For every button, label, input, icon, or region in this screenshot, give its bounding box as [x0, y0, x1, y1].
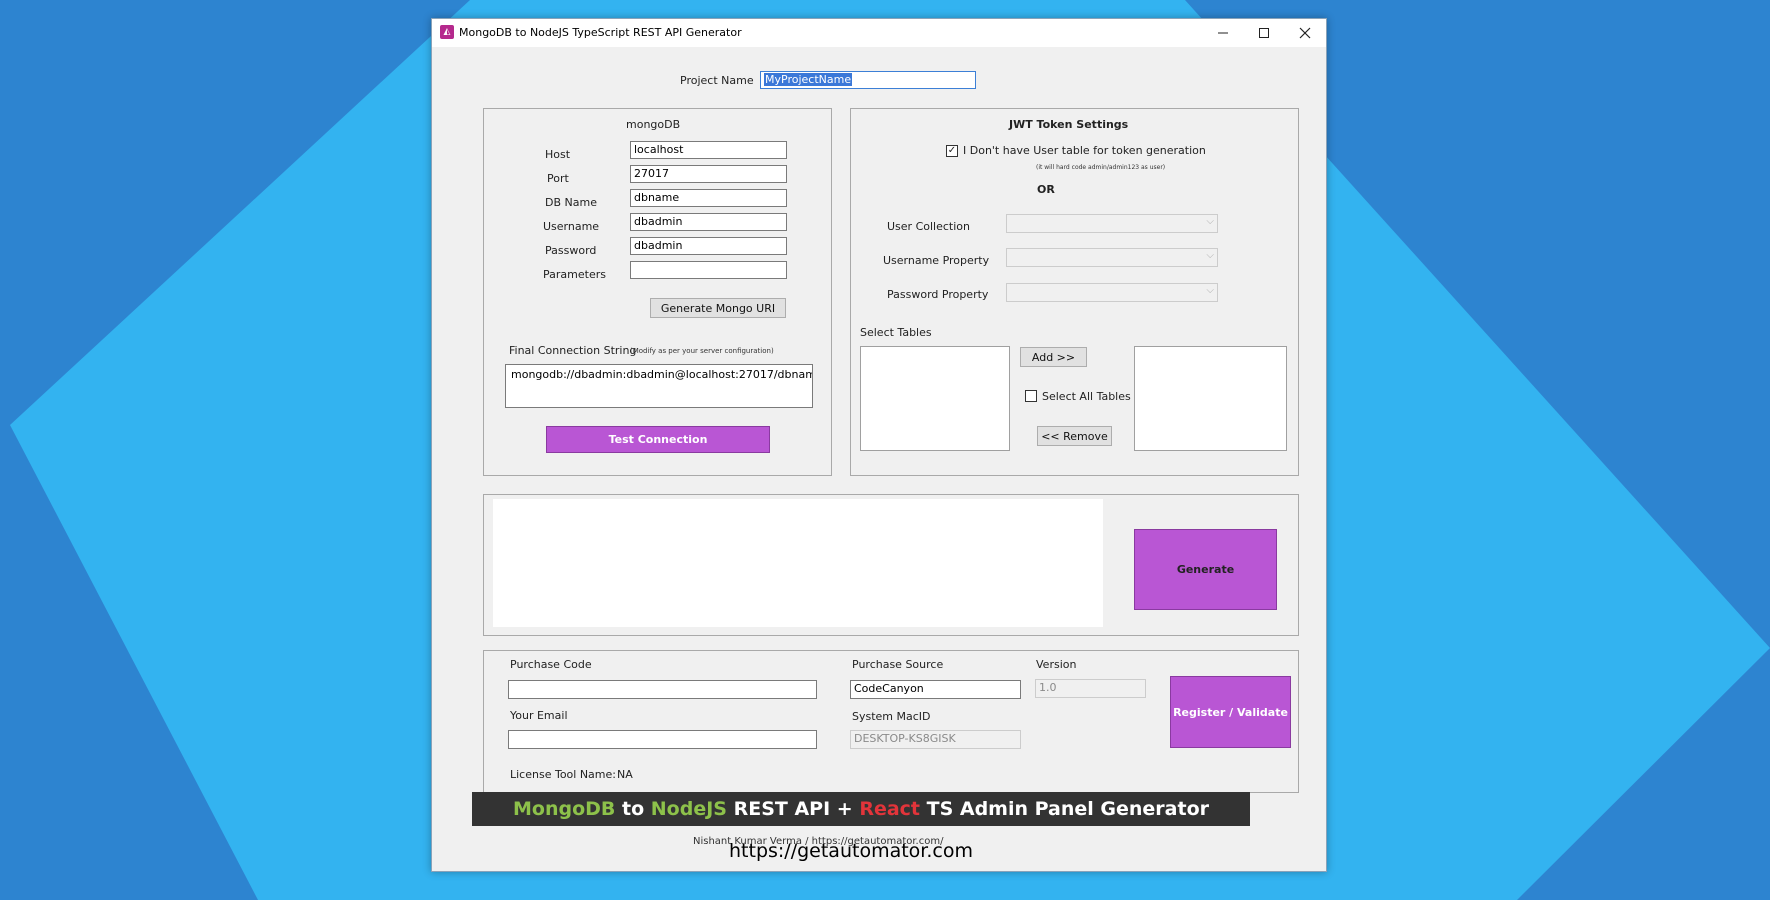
- password-property-label: Password Property: [887, 288, 989, 301]
- register-validate-button[interactable]: Register / Validate: [1170, 676, 1291, 748]
- banner-rest: REST API +: [726, 798, 860, 820]
- project-name-value: MyProjectName: [764, 73, 853, 86]
- final-connection-input[interactable]: mongodb://dbadmin:dbadmin@localhost:2701…: [505, 364, 813, 408]
- your-email-input[interactable]: [508, 730, 817, 749]
- banner-to: to: [615, 798, 651, 820]
- chevron-down-icon: ⌵: [1206, 285, 1214, 296]
- username-property-select[interactable]: ⌵: [1006, 248, 1218, 267]
- add-tables-button[interactable]: Add >>: [1020, 347, 1087, 367]
- no-user-table-label: I Don't have User table for token genera…: [963, 144, 1206, 157]
- password-property-select[interactable]: ⌵: [1006, 283, 1218, 302]
- banner-mongodb: MongoDB: [512, 798, 616, 820]
- close-icon: [1299, 27, 1311, 39]
- output-log-area[interactable]: [493, 499, 1103, 627]
- version-input: 1.0: [1035, 679, 1146, 698]
- window-title: MongoDB to NodeJS TypeScript REST API Ge…: [459, 26, 742, 39]
- user-collection-select[interactable]: ⌵: [1006, 214, 1218, 233]
- purchase-source-input[interactable]: CodeCanyon: [850, 680, 1021, 699]
- maximize-icon: [1259, 28, 1269, 38]
- promo-banner: MongoDB to NodeJS REST API + React TS Ad…: [472, 792, 1250, 826]
- or-label: OR: [1037, 183, 1055, 196]
- url-overlay: https://getautomator.com: [729, 840, 973, 862]
- purchase-code-label: Purchase Code: [510, 658, 592, 671]
- banner-admin: TS Admin Panel Generator: [920, 798, 1209, 820]
- generate-mongo-uri-button[interactable]: Generate Mongo URI: [650, 298, 786, 318]
- user-collection-label: User Collection: [887, 220, 970, 233]
- parameters-input[interactable]: [630, 261, 787, 279]
- maximize-button[interactable]: [1244, 19, 1284, 47]
- your-email-label: Your Email: [510, 709, 568, 722]
- password-input[interactable]: dbadmin: [630, 237, 787, 255]
- db-name-input[interactable]: dbname: [630, 189, 787, 207]
- parameters-label: Parameters: [543, 268, 606, 281]
- license-tool-name-label: License Tool Name:: [510, 768, 616, 781]
- banner-react: React: [859, 798, 920, 820]
- app-logo-icon: ◭: [440, 25, 454, 39]
- select-all-tables-checkbox[interactable]: [1025, 390, 1037, 402]
- host-label: Host: [545, 148, 571, 161]
- jwt-group-title: JWT Token Settings: [1009, 118, 1129, 131]
- test-connection-button[interactable]: Test Connection: [546, 426, 770, 453]
- chevron-down-icon: ⌵: [1206, 216, 1214, 227]
- final-connection-note: (Modify as per your server configuration…: [630, 347, 774, 355]
- project-name-label: Project Name: [680, 74, 754, 87]
- selected-tables-list[interactable]: [1134, 346, 1287, 451]
- chevron-down-icon: ⌵: [1206, 250, 1214, 261]
- port-input[interactable]: 27017: [630, 165, 787, 183]
- password-label: Password: [545, 244, 597, 257]
- system-macid-input: DESKTOP-KS8GISK: [850, 730, 1021, 749]
- db-name-label: DB Name: [545, 196, 597, 209]
- mongodb-group-title: mongoDB: [626, 118, 681, 131]
- username-label: Username: [543, 220, 600, 233]
- system-macid-label: System MacID: [852, 710, 931, 723]
- final-connection-label: Final Connection String: [509, 344, 637, 357]
- username-input[interactable]: dbadmin: [630, 213, 787, 231]
- available-tables-list[interactable]: [860, 346, 1010, 451]
- select-tables-label: Select Tables: [860, 326, 932, 339]
- app-window: ◭ MongoDB to NodeJS TypeScript REST API …: [431, 18, 1327, 872]
- host-input[interactable]: localhost: [630, 141, 787, 159]
- version-label: Version: [1036, 658, 1077, 671]
- purchase-source-label: Purchase Source: [852, 658, 944, 671]
- remove-tables-button[interactable]: << Remove: [1037, 426, 1112, 446]
- minimize-button[interactable]: [1203, 19, 1243, 47]
- mongodb-group: [483, 108, 832, 476]
- license-tool-name-value: NA: [617, 768, 633, 781]
- minimize-icon: [1218, 32, 1228, 34]
- port-label: Port: [547, 172, 569, 185]
- no-user-table-checkbox[interactable]: ✓: [946, 145, 958, 157]
- title-bar[interactable]: ◭ MongoDB to NodeJS TypeScript REST API …: [432, 19, 1326, 47]
- close-button[interactable]: [1285, 19, 1325, 47]
- generate-button[interactable]: Generate: [1134, 529, 1277, 610]
- no-user-table-note: (it will hard code admin/admin123 as use…: [1036, 164, 1166, 171]
- select-all-tables-label: Select All Tables: [1042, 390, 1131, 403]
- username-property-label: Username Property: [883, 254, 990, 267]
- purchase-code-input[interactable]: [508, 680, 817, 699]
- banner-nodejs: NodeJS: [650, 798, 727, 820]
- project-name-input[interactable]: MyProjectName: [760, 71, 976, 89]
